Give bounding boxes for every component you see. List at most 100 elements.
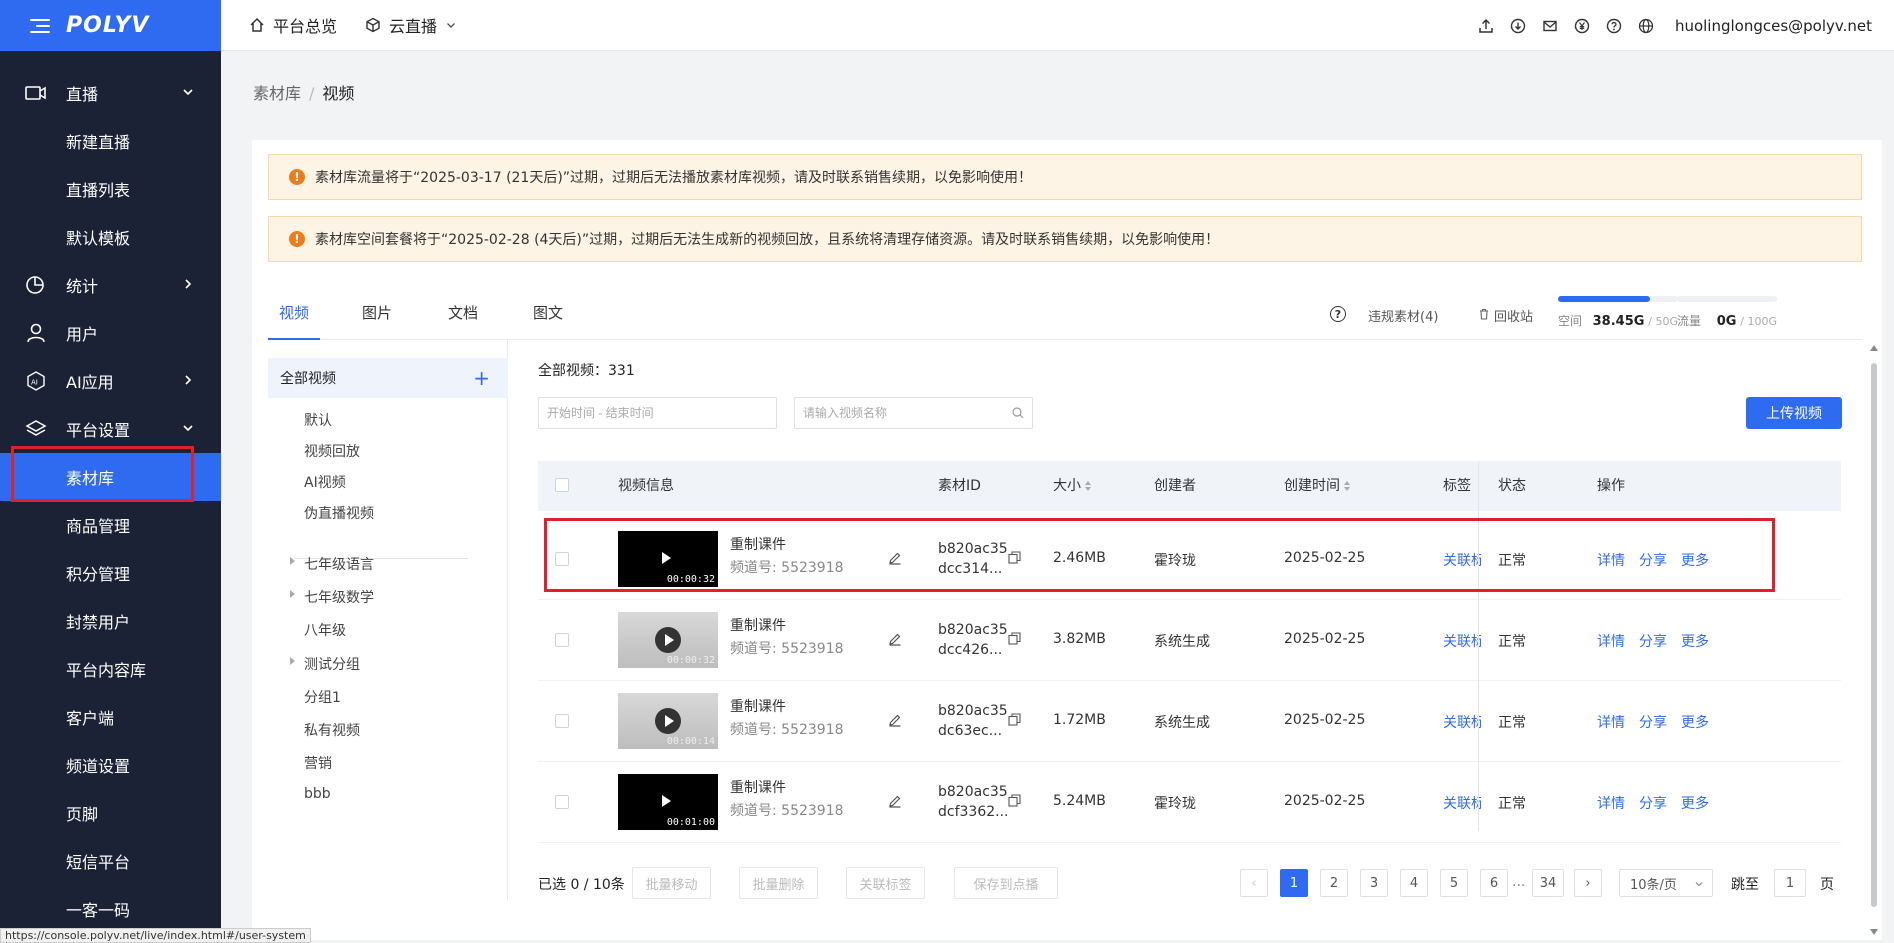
page-button[interactable]: 34	[1532, 869, 1564, 897]
sidebar-item-stats[interactable]: 统计	[0, 261, 221, 309]
more-link[interactable]: 更多	[1681, 796, 1709, 812]
sidebar-item-footer[interactable]: 页脚	[0, 789, 221, 837]
folder-group[interactable]: 八年级	[304, 620, 346, 640]
scrollbar-thumb[interactable]	[1871, 363, 1877, 907]
page-scrollbar[interactable]	[1869, 345, 1879, 935]
folder-group[interactable]: 七年级语言	[290, 554, 374, 574]
folder-item[interactable]: AI视频	[304, 472, 346, 492]
link-tag-button[interactable]: 关联标签	[846, 867, 925, 899]
nav-overview[interactable]: 平台总览	[249, 13, 337, 37]
folder-group[interactable]: 分组1	[304, 687, 341, 707]
recycle-bin-link[interactable]: 回收站	[1494, 306, 1533, 325]
tab-article[interactable]: 图文	[533, 288, 563, 340]
next-page-button[interactable]: ›	[1574, 869, 1602, 897]
user-email[interactable]: huolinglongces@polyv.net	[1675, 17, 1872, 35]
link-tag-link[interactable]: 关联标	[1443, 712, 1481, 732]
sidebar-item-sms[interactable]: 短信平台	[0, 837, 221, 885]
sidebar-item-new-live[interactable]: 新建直播	[0, 117, 221, 165]
edit-icon[interactable]	[888, 794, 902, 808]
page-size-select[interactable]: 10条/页	[1619, 869, 1713, 897]
breadcrumb-root[interactable]: 素材库	[253, 84, 301, 103]
globe-icon[interactable]	[1637, 17, 1655, 35]
folder-item[interactable]: 视频回放	[304, 441, 360, 461]
prev-page-button[interactable]: ‹	[1240, 869, 1268, 897]
search-input[interactable]: 请输入视频名称	[794, 397, 1033, 429]
tab-image[interactable]: 图片	[362, 288, 392, 340]
video-thumbnail[interactable]: 00:01:00	[618, 774, 718, 830]
tab-document[interactable]: 文档	[448, 288, 478, 340]
scroll-up-arrow-icon[interactable]	[1870, 345, 1878, 351]
sidebar-item-ai[interactable]: AI AI应用	[0, 357, 221, 405]
sidebar-item-banned-users[interactable]: 封禁用户	[0, 597, 221, 645]
folder-group[interactable]: 私有视频	[304, 720, 360, 740]
hamburger-menu-icon[interactable]	[30, 18, 50, 33]
detail-link[interactable]: 详情	[1597, 796, 1625, 812]
folder-group[interactable]: 营销	[304, 753, 332, 773]
folder-all-videos[interactable]: 全部视频 +	[268, 358, 508, 398]
yen-icon[interactable]	[1573, 17, 1591, 35]
detail-link[interactable]: 详情	[1597, 715, 1625, 731]
date-range-input[interactable]: 开始时间 - 结束时间	[538, 397, 777, 429]
sidebar-item-live-list[interactable]: 直播列表	[0, 165, 221, 213]
link-tag-link[interactable]: 关联标	[1443, 631, 1481, 651]
batch-move-button[interactable]: 批量移动	[632, 867, 711, 899]
share-link[interactable]: 分享	[1639, 715, 1667, 731]
edit-icon[interactable]	[888, 713, 902, 727]
table-row[interactable]: 00:00:32 重制课件 频道号: 5523918 b820ac35 dcc426..…	[538, 600, 1841, 681]
scroll-down-arrow-icon[interactable]	[1870, 929, 1878, 935]
upload-video-button[interactable]: 上传视频	[1746, 397, 1842, 429]
page-button[interactable]: 4	[1400, 869, 1428, 897]
mail-icon[interactable]	[1541, 17, 1559, 35]
nav-cloud-live[interactable]: 云直播	[365, 13, 465, 37]
th-size[interactable]: 大小	[1053, 461, 1091, 511]
folder-item[interactable]: 默认	[304, 410, 332, 430]
sidebar-item-channel-settings[interactable]: 频道设置	[0, 741, 221, 789]
folder-item[interactable]: 伪直播视频	[304, 503, 374, 523]
help-icon[interactable]	[1605, 17, 1623, 35]
more-link[interactable]: 更多	[1681, 715, 1709, 731]
download-icon[interactable]	[1509, 17, 1527, 35]
sidebar-item-points-management[interactable]: 积分管理	[0, 549, 221, 597]
th-created[interactable]: 创建时间	[1284, 461, 1350, 511]
share-link[interactable]: 分享	[1639, 634, 1667, 650]
folder-group[interactable]: 七年级数学	[290, 587, 374, 607]
help-circle-icon[interactable]: ?	[1330, 306, 1346, 322]
sidebar-item-product-management[interactable]: 商品管理	[0, 501, 221, 549]
page-button[interactable]: 6	[1480, 869, 1508, 897]
brand-logo[interactable]: POLYV	[66, 13, 149, 38]
violation-materials-link[interactable]: 违规素材(4)	[1368, 306, 1438, 325]
row-checkbox[interactable]	[555, 633, 569, 647]
copy-icon[interactable]	[1008, 713, 1021, 726]
sidebar-item-live[interactable]: 直播	[0, 69, 221, 117]
row-checkbox[interactable]	[555, 714, 569, 728]
page-button[interactable]: 5	[1440, 869, 1468, 897]
copy-icon[interactable]	[1008, 794, 1021, 807]
row-checkbox[interactable]	[555, 795, 569, 809]
sidebar-item-platform-content[interactable]: 平台内容库	[0, 645, 221, 693]
copy-icon[interactable]	[1008, 632, 1021, 645]
edit-icon[interactable]	[888, 632, 902, 646]
page-button[interactable]: 1	[1280, 869, 1308, 897]
page-button[interactable]: 3	[1360, 869, 1388, 897]
batch-delete-button[interactable]: 批量删除	[739, 867, 818, 899]
more-link[interactable]: 更多	[1681, 634, 1709, 650]
detail-link[interactable]: 详情	[1597, 634, 1625, 650]
sidebar-item-one-code[interactable]: 一客一码	[0, 885, 221, 933]
video-thumbnail[interactable]: 00:00:14	[618, 693, 718, 749]
folder-group[interactable]: bbb	[304, 786, 331, 802]
share-link[interactable]: 分享	[1639, 796, 1667, 812]
add-folder-icon[interactable]: +	[473, 366, 490, 390]
upload-icon[interactable]	[1477, 17, 1495, 35]
select-all-checkbox[interactable]	[555, 478, 569, 492]
page-button[interactable]: 2	[1320, 869, 1348, 897]
sidebar-item-users[interactable]: 用户	[0, 309, 221, 357]
table-row[interactable]: 00:01:00 重制课件 频道号: 5523918 b820ac35 dcf3362.…	[538, 762, 1841, 843]
video-thumbnail[interactable]: 00:00:32	[618, 612, 718, 668]
link-tag-link[interactable]: 关联标	[1443, 793, 1481, 813]
sidebar-item-default-template[interactable]: 默认模板	[0, 213, 221, 261]
tab-video[interactable]: 视频	[268, 288, 320, 340]
table-row[interactable]: 00:00:14 重制课件 频道号: 5523918 b820ac35 dc63ec..…	[538, 681, 1841, 762]
folder-group[interactable]: 测试分组	[290, 654, 360, 674]
sidebar-item-client[interactable]: 客户端	[0, 693, 221, 741]
save-to-vod-button[interactable]: 保存到点播	[954, 867, 1058, 899]
